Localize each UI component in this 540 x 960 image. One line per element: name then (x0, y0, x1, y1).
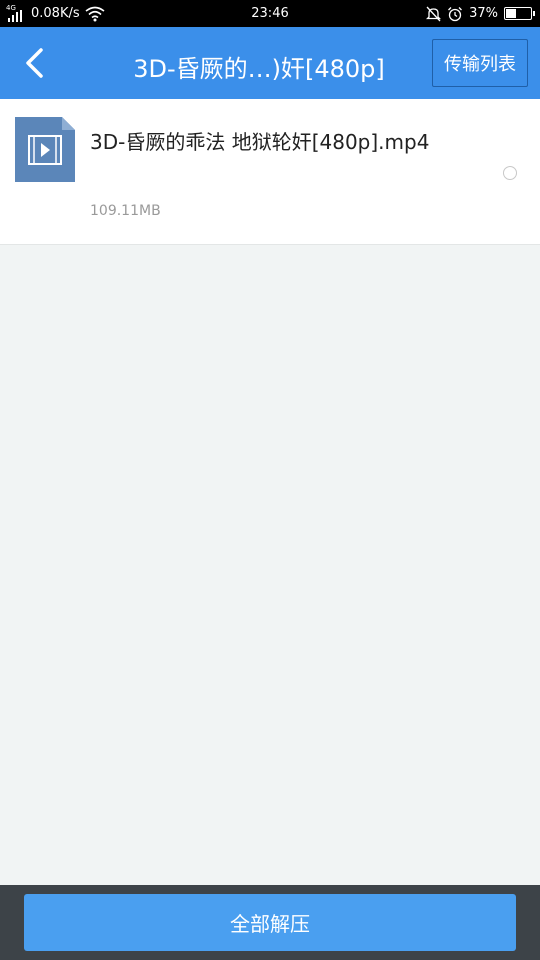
extract-all-button[interactable]: 全部解压 (24, 894, 516, 951)
transfer-list-button[interactable]: 传输列表 (432, 39, 528, 87)
video-file-icon (15, 117, 75, 182)
file-size: 109.11MB (90, 203, 161, 219)
back-button[interactable] (14, 43, 54, 83)
screen: 4G 0.08K/s 23:46 37% 3D-昏厥的…)奸[480p] 传输列… (0, 0, 540, 960)
file-list-item[interactable]: 3D-昏厥的乖法 地狱轮奸[480p].mp4 109.11MB (0, 99, 540, 245)
page-title: 3D-昏厥的…)奸[480p] (133, 55, 385, 83)
wifi-icon (85, 6, 105, 21)
status-left: 4G 0.08K/s (6, 0, 105, 27)
status-bar: 4G 0.08K/s 23:46 37% (0, 0, 540, 27)
file-select-radio[interactable] (503, 166, 517, 180)
status-time: 23:46 (251, 6, 289, 21)
bottom-action-bar: 全部解压 (0, 885, 540, 960)
top-app-bar: 3D-昏厥的…)奸[480p] 传输列表 (0, 27, 540, 99)
signal-icon: 4G (6, 4, 26, 22)
battery-percent: 37% (469, 6, 498, 21)
notification-muted-icon (426, 6, 442, 21)
battery-level (506, 9, 516, 18)
file-name: 3D-昏厥的乖法 地狱轮奸[480p].mp4 (90, 130, 430, 154)
status-right: 37% (426, 0, 535, 27)
battery-icon (504, 7, 535, 20)
alarm-icon (448, 6, 463, 21)
network-speed: 0.08K/s (31, 6, 80, 21)
back-arrow-icon (26, 48, 43, 78)
